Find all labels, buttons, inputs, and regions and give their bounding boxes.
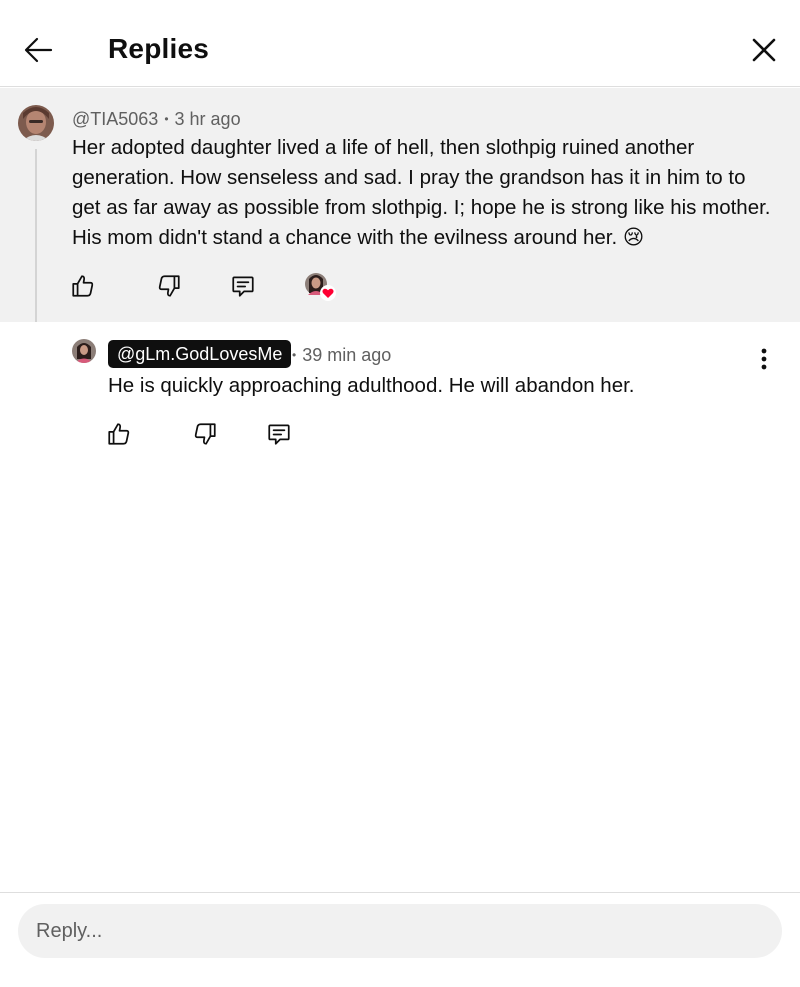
like-button[interactable] [68, 271, 98, 301]
heart-icon [320, 285, 336, 301]
divider [0, 892, 800, 893]
avatar[interactable] [18, 105, 54, 141]
reply-button[interactable] [264, 419, 294, 449]
dislike-button[interactable] [190, 419, 220, 449]
thumbs-down-icon [194, 423, 216, 445]
comment-icon [268, 424, 290, 445]
reply-time: 39 min ago [302, 345, 392, 365]
reply-avatar[interactable] [72, 339, 96, 363]
thumbs-up-icon [72, 275, 94, 297]
close-button[interactable] [744, 30, 784, 70]
comment-actions [0, 271, 800, 301]
creator-handle-badge[interactable]: @gLm.GodLovesMe [108, 340, 292, 368]
comment-icon [232, 276, 254, 297]
back-arrow-icon [24, 37, 53, 63]
reply-actions [0, 419, 800, 449]
close-icon [752, 38, 776, 62]
comment-text: Her adopted daughter lived a life of hel… [72, 136, 771, 249]
thumbs-down-icon [158, 275, 180, 297]
like-button[interactable] [104, 419, 134, 449]
kebab-menu-icon [761, 348, 767, 370]
back-button[interactable] [18, 30, 58, 70]
comment-meta: @TIA5063 • 3 hr ago [72, 109, 241, 130]
thumbs-up-icon [108, 423, 130, 445]
reply-text: He is quickly approaching adulthood. He … [108, 374, 635, 397]
meta-separator: • [164, 112, 169, 126]
meta-separator: • [292, 348, 297, 362]
parent-comment: @TIA5063 • 3 hr ago Her adopted daughter l… [0, 88, 800, 322]
header: Replies [0, 0, 800, 87]
comment-author[interactable]: @TIA5063 [72, 109, 158, 129]
creator-heart [302, 271, 336, 301]
reply-comment: @gLm.GodLovesMe • 39 min ago He is quickl… [0, 322, 800, 462]
more-options-button[interactable] [752, 344, 776, 374]
reply-meta: • 39 min ago [292, 345, 391, 366]
dislike-button[interactable] [154, 271, 184, 301]
reply-input[interactable] [18, 904, 782, 958]
comment-time: 3 hr ago [174, 109, 241, 129]
reply-button[interactable] [228, 271, 258, 301]
page-title: Replies [108, 33, 209, 64]
